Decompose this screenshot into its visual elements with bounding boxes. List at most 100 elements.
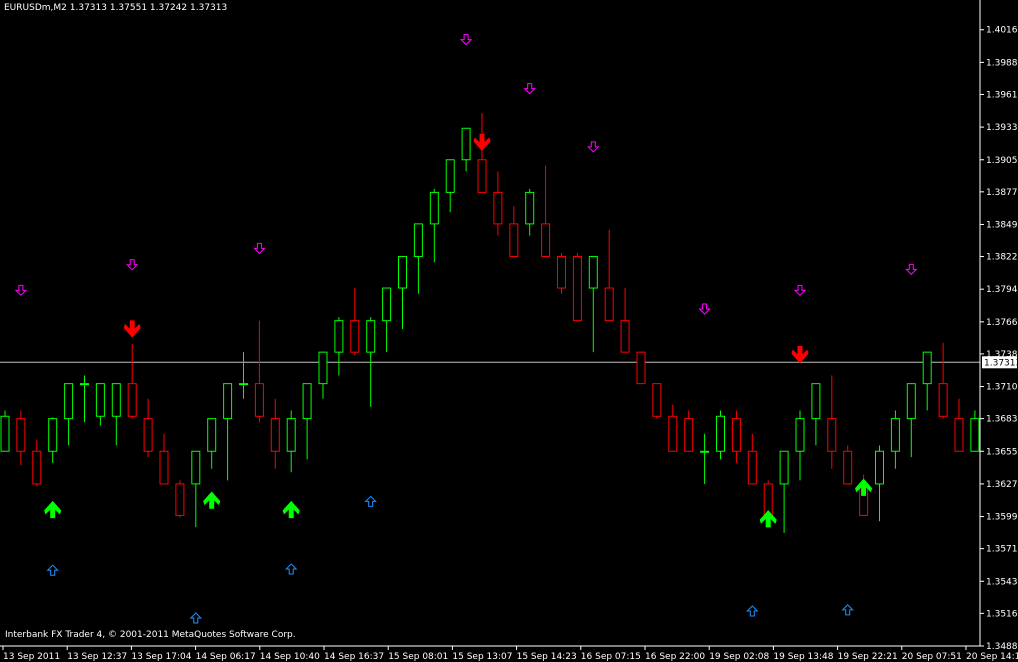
x-tick-label: 20 Sep 07:51 [902,652,962,662]
bearish-candle [620,320,630,353]
x-tick-label: 15 Sep 08:01 [388,652,448,662]
bullish-candle [970,418,980,452]
symbol-label: EURUSDm,M2 [4,3,67,13]
bullish-candle [588,256,598,289]
bearish-candle [127,383,137,417]
x-tick-label: 13 Sep 17:04 [131,652,191,662]
chart-background [0,0,1018,662]
bullish-candle [318,351,328,385]
y-tick-label: 1.39885 [986,58,1018,68]
bullish-candle [95,383,105,417]
bearish-candle [652,383,662,417]
bullish-candle [64,383,74,420]
x-tick-label: 20 Sep 14:10 [966,652,1018,662]
bearish-candle [636,351,646,385]
bullish-candle [525,191,535,225]
x-tick-label: 14 Sep 10:40 [260,652,320,662]
bearish-candle [827,418,837,452]
bearish-candle [270,418,280,452]
chart-header: EURUSDm,M2 1.37313 1.37551 1.37242 1.373… [4,3,227,13]
y-tick-label: 1.37105 [986,383,1018,393]
bearish-candle [350,320,360,353]
x-tick-label: 14 Sep 06:17 [196,652,256,662]
y-tick-label: 1.38495 [986,220,1018,230]
y-tick-label: 1.35715 [986,545,1018,555]
bullish-candle [111,383,121,417]
bullish-candle [223,383,233,420]
bearish-candle [159,450,169,485]
bullish-candle [382,287,392,322]
ohlc-values: 1.37313 1.37551 1.37242 1.37313 [69,3,228,13]
bearish-candle [572,256,582,322]
bullish-candle [795,418,805,452]
bullish-candle [779,450,789,485]
x-tick-label: 13 Sep 2011 [3,652,60,662]
bullish-candle [700,450,710,453]
y-tick-label: 1.37660 [986,318,1018,328]
y-tick-label: 1.40165 [986,26,1018,36]
y-tick-label: 1.38220 [986,253,1018,263]
x-tick-label: 13 Sep 12:37 [67,652,127,662]
copyright-footer: Interbank FX Trader 4, © 2001-2011 MetaQ… [5,630,296,640]
bearish-candle [16,418,26,452]
x-tick-label: 15 Sep 14:23 [517,652,577,662]
bearish-candle [175,483,185,516]
bullish-candle [413,223,423,258]
bullish-candle [922,351,932,385]
bullish-candle [239,383,248,386]
bullish-candle [207,418,217,452]
bullish-candle [0,415,10,452]
bullish-candle [80,383,89,386]
x-tick-label: 19 Sep 13:48 [773,652,833,662]
price-label-text: 1.37313 [984,358,1018,368]
bearish-candle [954,418,964,452]
price-label-group: 1.37313 [982,356,1018,369]
bearish-candle [541,223,551,258]
y-tick-label: 1.35990 [986,513,1018,523]
y-tick-label: 1.35160 [986,609,1018,619]
bullish-candle [334,320,344,353]
x-tick-label: 14 Sep 16:37 [324,652,384,662]
bearish-candle [254,383,264,417]
x-tick-label: 19 Sep 02:08 [709,652,769,662]
x-tick-label: 16 Sep 07:15 [581,652,641,662]
bullish-candle [48,418,58,452]
y-tick-label: 1.36830 [986,415,1018,425]
bullish-candle [875,450,884,485]
y-tick-label: 1.39050 [986,156,1018,166]
bullish-candle [811,383,821,420]
y-tick-label: 1.36550 [986,447,1018,457]
price-chart[interactable]: 1.40165 1.39885 1.39610 1.39330 1.39050 1.387… [0,0,1018,662]
y-tick-label: 1.36270 [986,480,1018,490]
bullish-candle [286,418,296,452]
bearish-candle [557,256,566,289]
y-tick-label: 1.37940 [986,285,1018,295]
bullish-candle [429,191,439,225]
bullish-candle [890,418,900,452]
bearish-candle [747,450,757,485]
bearish-candle [604,287,614,322]
bearish-candle [938,383,948,417]
x-tick-label: 15 Sep 13:07 [452,652,512,662]
y-tick-label: 1.35435 [986,577,1018,587]
bearish-candle [843,450,853,485]
bullish-candle [445,159,455,193]
bullish-candle [191,450,201,485]
y-tick-label: 1.38775 [986,188,1018,198]
bullish-candle [366,320,376,353]
bullish-candle [302,383,312,420]
bearish-candle [731,418,741,452]
bearish-candle [143,418,153,452]
y-tick-label: 1.39330 [986,123,1018,133]
x-tick-label: 19 Sep 22:21 [838,652,898,662]
bullish-candle [398,256,407,289]
y-tick-label: 1.34880 [986,642,1018,652]
bearish-candle [477,159,487,193]
bearish-candle [668,415,678,452]
bullish-candle [716,415,725,452]
y-tick-label: 1.39610 [986,90,1018,100]
bearish-candle [493,191,503,225]
bullish-candle [461,127,471,161]
x-tick-label: 16 Sep 22:00 [645,652,705,662]
bearish-candle [509,223,519,258]
